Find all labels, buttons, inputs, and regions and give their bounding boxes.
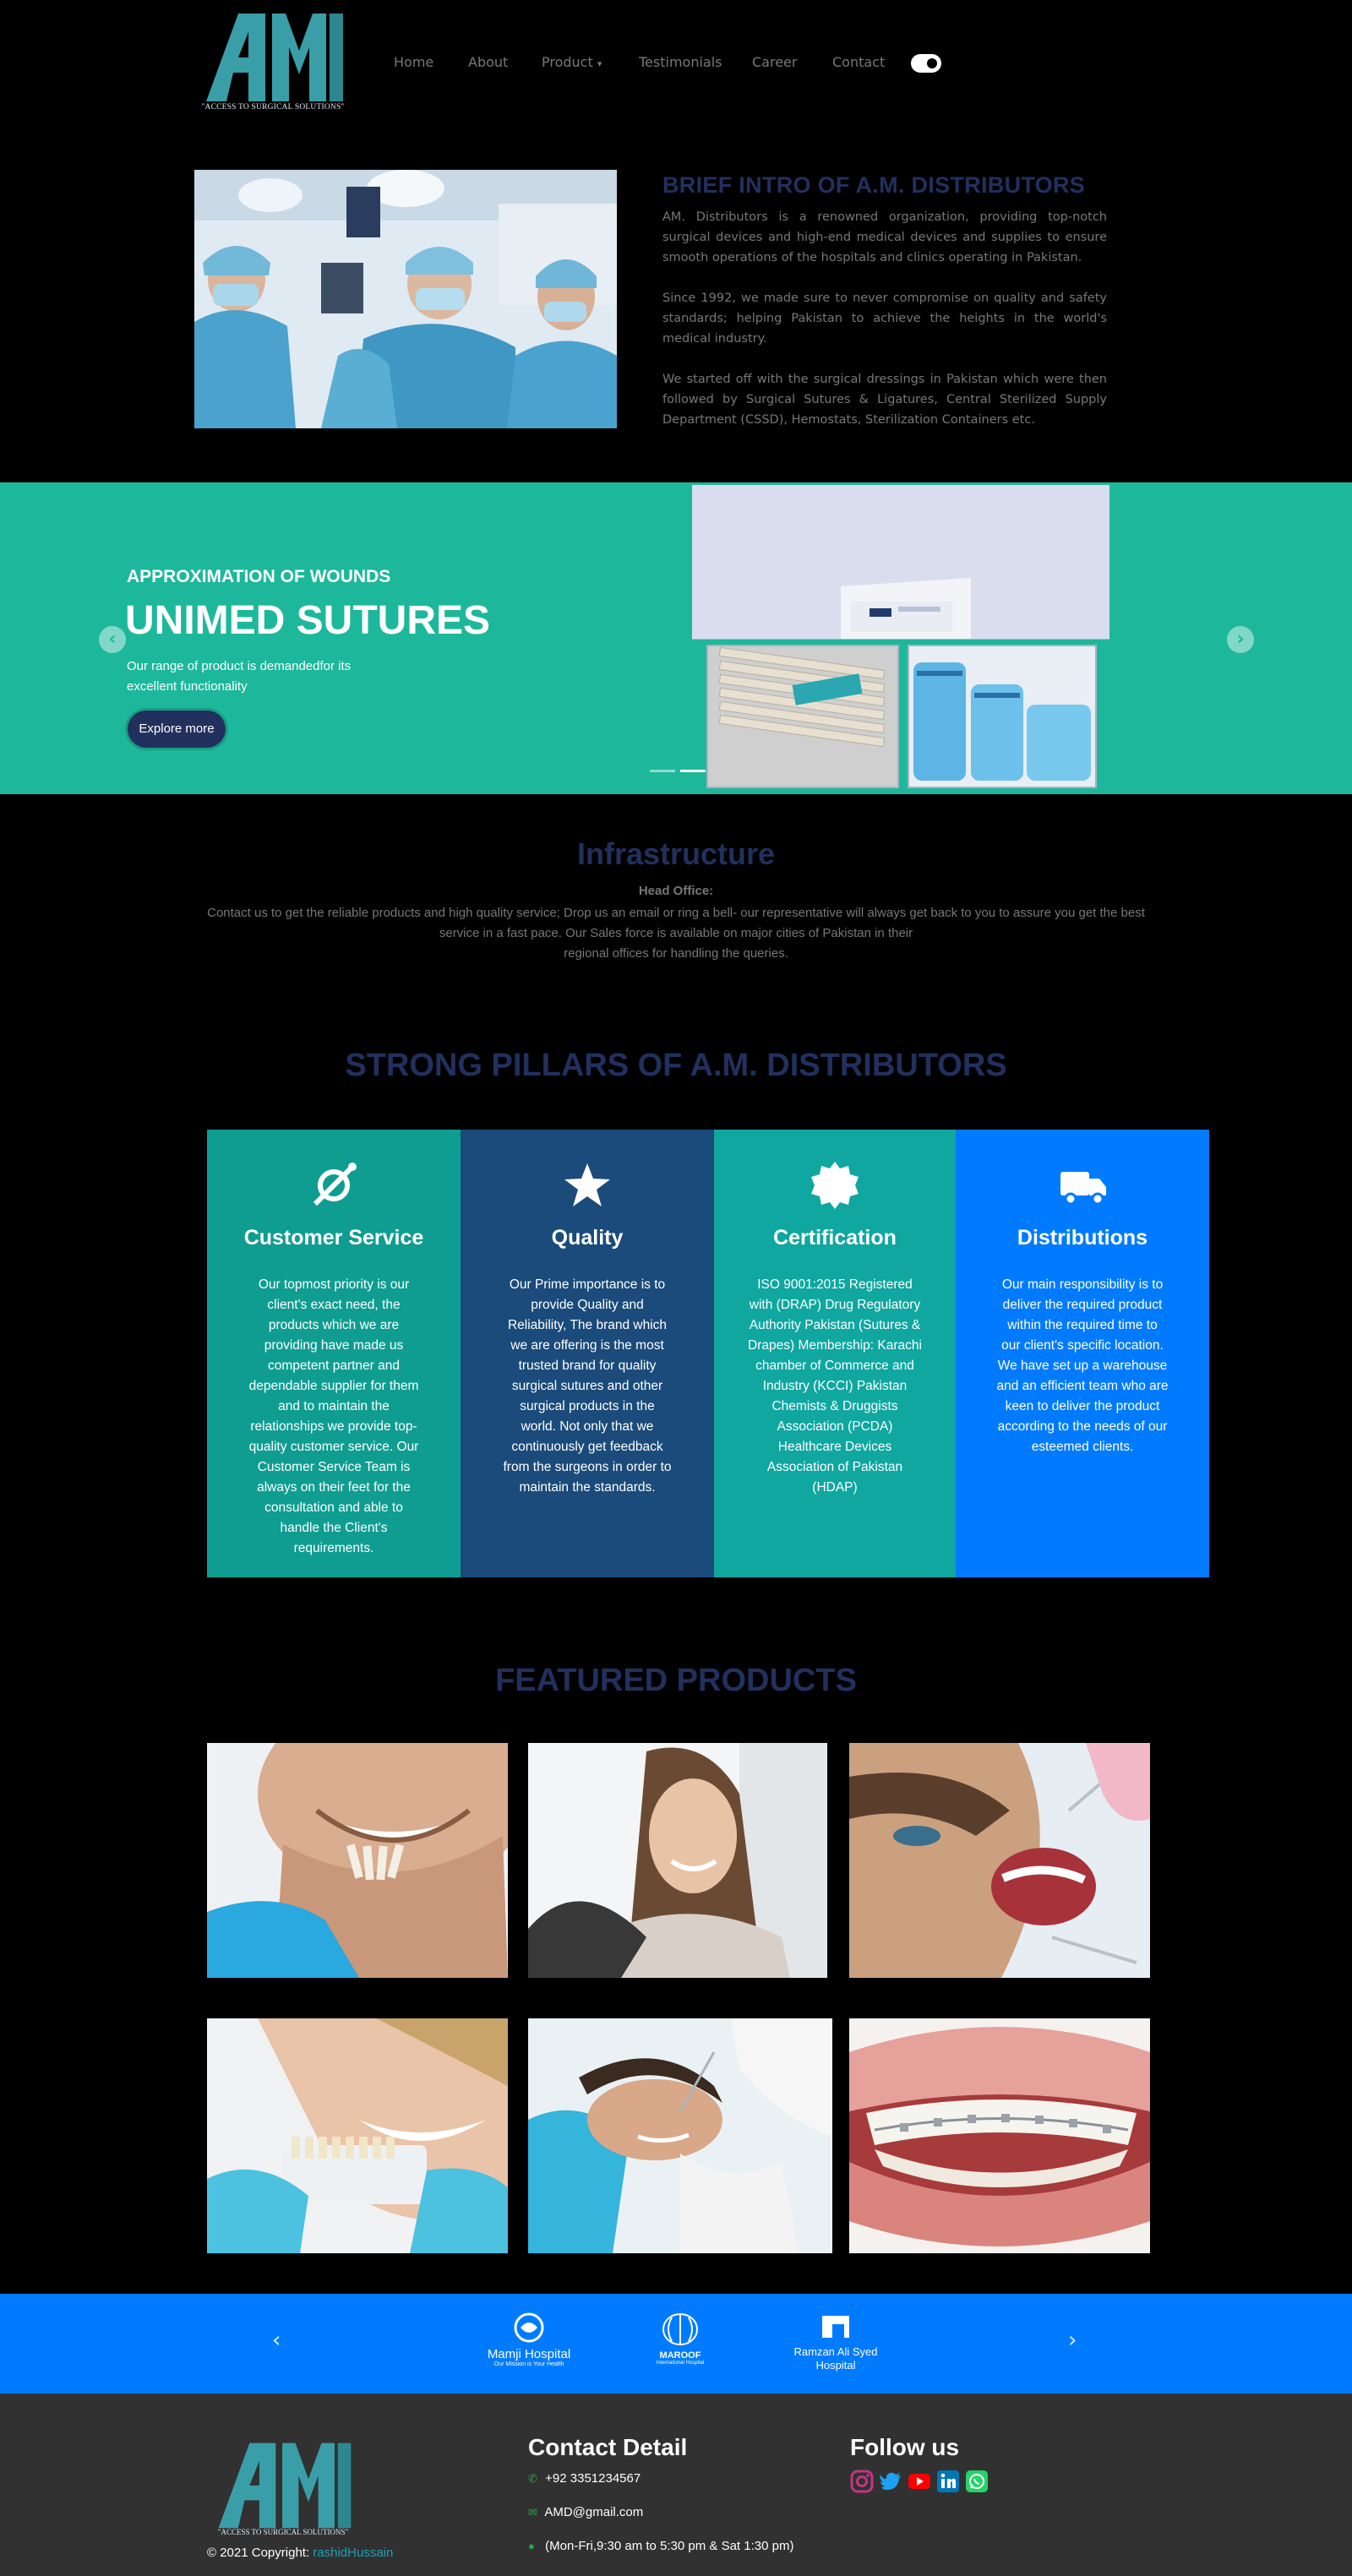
- product-image-shade-guide[interactable]: [207, 1743, 508, 1978]
- nav-about[interactable]: About: [468, 54, 508, 70]
- contact-email[interactable]: ✉ AMD@gmail.com: [528, 2505, 643, 2519]
- carousel-indicator[interactable]: [650, 770, 675, 772]
- head-office-label: Head Office:: [638, 884, 714, 898]
- pillar-title: Distributions: [1017, 1226, 1148, 1250]
- explore-more-button[interactable]: Explore more: [128, 711, 226, 748]
- footer-tagline: "ACCESS TO SURGICAL SOLUTIONS": [217, 2528, 349, 2536]
- carousel-subtitle: APPROXIMATION OF WOUNDS: [127, 567, 391, 586]
- partner-name: MAROOF: [659, 2350, 701, 2361]
- theme-toggle[interactable]: [911, 54, 941, 73]
- nav-home[interactable]: Home: [394, 54, 433, 70]
- copyright-text: © 2021 Copyright:: [207, 2546, 310, 2560]
- contact-phone[interactable]: ✆ +92 3351234567: [528, 2471, 641, 2486]
- youtube-icon[interactable]: [908, 2470, 931, 2493]
- pillar-customer-service: Customer Service Our topmost priority is…: [207, 1130, 461, 1577]
- partner-name: Ramzan Ali Syed: [793, 2345, 878, 2358]
- partner-sub: Hospital: [815, 2359, 856, 2372]
- certificate-icon: [811, 1162, 859, 1209]
- infrastructure-text: Contact us to get the reliable products …: [203, 903, 1149, 964]
- infrastructure-text-line: regional offices for handling the querie…: [564, 946, 788, 961]
- partners-carousel: ‹ › Mamji Hospital Our Mission is Your H…: [0, 2294, 1352, 2394]
- email-text: AMD@gmail.com: [544, 2505, 644, 2519]
- copyright: © 2021 Copyright: rashidHussain: [207, 2546, 393, 2560]
- brand-logo[interactable]: "ACCESS TO SURGICAL SOLUTIONS": [194, 7, 352, 118]
- mamji-logo-icon: [514, 2312, 544, 2343]
- pillar-text: Our topmost priority is our client's exa…: [248, 1277, 419, 1555]
- pillar-text: ISO 9001:2015 Registered with (DRAP) Dru…: [748, 1277, 922, 1495]
- carousel-prev-icon[interactable]: ‹: [99, 626, 126, 653]
- follow-title: Follow us: [850, 2434, 960, 2460]
- contact-hours: ● (Mon-Fri,9:30 am to 5:30 pm & Sat 1:30…: [528, 2539, 793, 2553]
- intro-title: BRIEF INTRO OF A.M. DISTRIBUTORS: [662, 172, 1086, 198]
- partner-sub: Our Mission is Your Health: [493, 2361, 564, 2367]
- brand-tagline: "ACCESS TO SURGICAL SOLUTIONS": [201, 103, 345, 112]
- product-image-dental-patient[interactable]: [528, 1743, 827, 1978]
- nav-product-label: Product: [542, 54, 593, 70]
- pillar-quality: Quality Our Prime importance is to provi…: [461, 1130, 714, 1577]
- partner-name: Mamji Hospital: [487, 2347, 571, 2361]
- satellite-icon: [313, 1163, 357, 1206]
- pillar-text: Our Prime importance is to provide Quali…: [503, 1277, 672, 1495]
- partners-next-icon[interactable]: ›: [1068, 2328, 1077, 2353]
- carousel-indicator[interactable]: [680, 770, 706, 772]
- logo-icon: [218, 2443, 352, 2529]
- carousel-description: Our range of product is demandedfor its …: [127, 659, 352, 694]
- pillar-title: Certification: [773, 1226, 897, 1250]
- toggle-knob: [927, 58, 937, 68]
- featured-products-title: FEATURED PRODUCTS: [495, 1663, 857, 1698]
- partner-maroof[interactable]: MAROOF International Hospital: [642, 2312, 718, 2366]
- carousel-title: UNIMED SUTURES: [125, 598, 491, 643]
- product-image-dental-exam[interactable]: [849, 1743, 1150, 1978]
- infrastructure-text-line: Contact us to get the reliable products …: [207, 906, 1145, 940]
- chevron-down-icon: ▾: [597, 58, 602, 69]
- intro-section: BRIEF INTRO OF A.M. DISTRIBUTORS AM. Dis…: [662, 172, 1107, 450]
- sutures-product-images: [692, 485, 1109, 788]
- maroof-logo-icon: [662, 2313, 698, 2345]
- infrastructure-title: Infrastructure: [576, 836, 776, 871]
- nav-testimonials[interactable]: Testimonials: [639, 54, 722, 70]
- carousel-next-icon[interactable]: ›: [1227, 626, 1254, 653]
- ramzan-logo-icon: [822, 2316, 849, 2338]
- envelope-icon: ✉: [528, 2506, 537, 2519]
- partners-prev-icon[interactable]: ‹: [272, 2328, 281, 2353]
- partner-sub: International Hospital: [656, 2361, 705, 2366]
- product-image-braces[interactable]: [849, 2018, 1150, 2253]
- product-image-dentist-care[interactable]: [528, 2018, 832, 2253]
- nav-career[interactable]: Career: [752, 54, 797, 70]
- contact-title: Contact Detail: [528, 2434, 688, 2460]
- hero-carousel: APPROXIMATION OF WOUNDS UNIMED SUTURES O…: [0, 482, 1352, 794]
- pillars-title: STRONG PILLARS OF A.M. DISTRIBUTORS: [345, 1048, 1007, 1083]
- footer-logo[interactable]: "ACCESS TO SURGICAL SOLUTIONS": [207, 2432, 359, 2541]
- star-icon: [564, 1163, 610, 1206]
- surgeons-image: [194, 170, 617, 428]
- footer: "ACCESS TO SURGICAL SOLUTIONS" © 2021 Co…: [0, 2394, 1352, 2576]
- whatsapp-icon[interactable]: [965, 2470, 989, 2493]
- intro-paragraph: AM. Distributors is a renowned organizat…: [662, 210, 1107, 264]
- pillar-text: Our main responsibility is to deliver th…: [996, 1277, 1169, 1454]
- navbar: "ACCESS TO SURGICAL SOLUTIONS" Home Abou…: [0, 0, 1352, 127]
- phone-text: +92 3351234567: [545, 2471, 641, 2486]
- copyright-link[interactable]: rashidHussain: [313, 2546, 393, 2560]
- intro-paragraph: Since 1992, we made sure to never compro…: [662, 291, 1107, 346]
- twitter-icon[interactable]: [879, 2470, 902, 2493]
- pillar-title: Quality: [551, 1226, 624, 1250]
- pillar-distributions: Distributions Our main responsibility is…: [956, 1130, 1209, 1577]
- pillar-title: Customer Service: [243, 1226, 424, 1250]
- linkedin-icon[interactable]: [936, 2470, 960, 2493]
- product-image-smile-shade[interactable]: [207, 2018, 508, 2253]
- logo-icon: [206, 14, 343, 101]
- clock-icon: ●: [528, 2540, 535, 2552]
- partner-ramzan-ali-syed[interactable]: Ramzan Ali Syed Hospital: [781, 2312, 891, 2372]
- instagram-icon[interactable]: [850, 2470, 874, 2493]
- truck-icon: [1060, 1172, 1106, 1206]
- partner-mamji-hospital[interactable]: Mamji Hospital Our Mission is Your Healt…: [473, 2312, 585, 2367]
- pillar-certification: Certification ISO 9001:2015 Registered w…: [714, 1130, 956, 1577]
- phone-icon: ✆: [528, 2472, 537, 2485]
- nav-contact[interactable]: Contact: [832, 54, 885, 70]
- intro-paragraph: We started off with the surgical dressin…: [662, 373, 1107, 427]
- nav-product[interactable]: Product ▾: [542, 54, 602, 70]
- hours-text: (Mon-Fri,9:30 am to 5:30 pm & Sat 1:30 p…: [545, 2539, 794, 2553]
